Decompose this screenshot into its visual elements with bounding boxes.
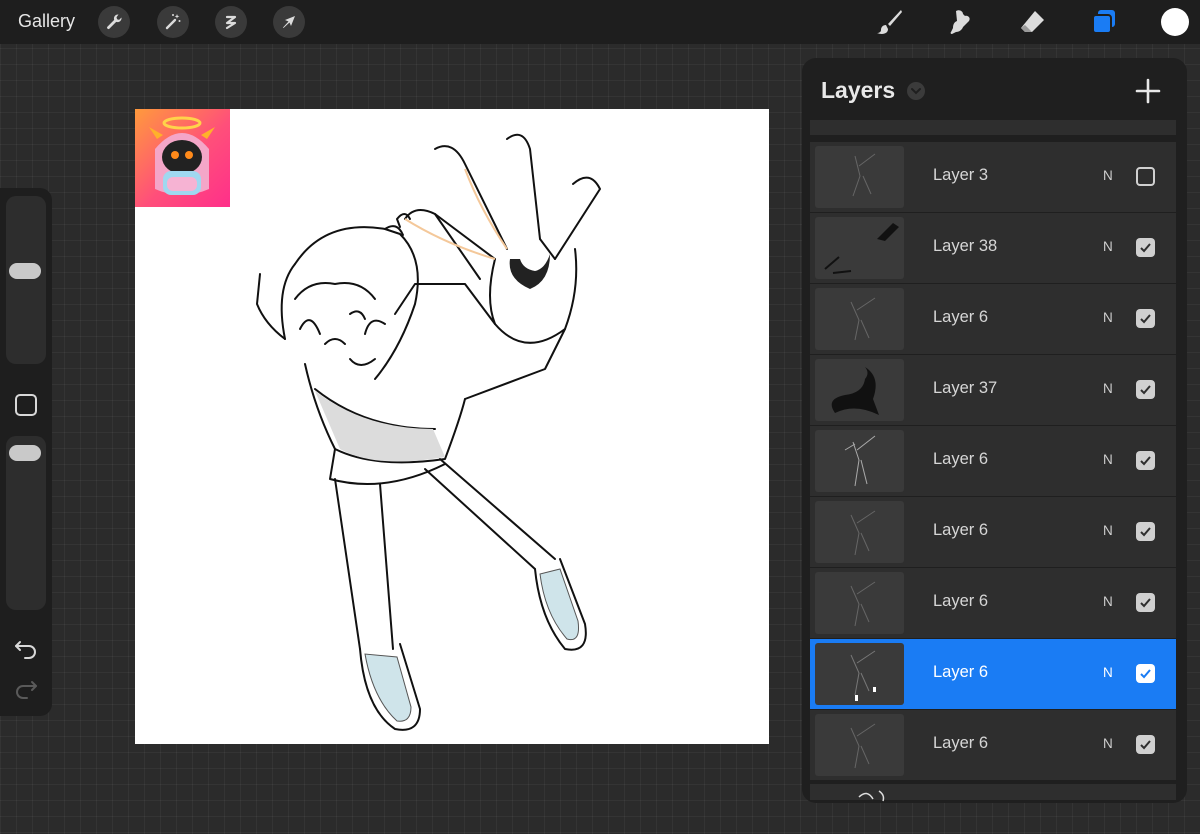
layer-thumbnail [815, 501, 904, 563]
blend-mode-button[interactable]: N [1103, 594, 1113, 609]
layer-row[interactable]: Layer 38 N [810, 213, 1176, 283]
character-sketch [256, 133, 601, 731]
actions-button[interactable] [98, 6, 130, 38]
layers-icon [1092, 10, 1115, 34]
selection-button[interactable] [215, 6, 247, 38]
layer-thumbnail [815, 572, 904, 634]
gallery-button[interactable]: Gallery [18, 11, 75, 32]
layer-row-partial-bottom[interactable] [810, 784, 1176, 802]
layer-thumbnail [815, 359, 904, 421]
layers-tool-button[interactable] [1087, 5, 1121, 39]
layers-options-button[interactable] [907, 82, 925, 100]
layer-row[interactable]: Layer 37 N [810, 355, 1176, 425]
layer-row[interactable]: Layer 6 N [810, 568, 1176, 638]
visibility-checkbox[interactable] [1136, 735, 1155, 754]
layer-thumbnail [815, 288, 904, 350]
visibility-checkbox[interactable] [1136, 522, 1155, 541]
modify-square-icon[interactable] [15, 394, 37, 416]
blend-mode-button[interactable]: N [1103, 665, 1113, 680]
layer-name: Layer 6 [933, 734, 989, 752]
layer-name: Layer 6 [933, 450, 989, 468]
layer-row[interactable]: Layer 3 N [810, 142, 1176, 212]
opacity-thumb[interactable] [9, 445, 41, 461]
layers-title: Layers [821, 77, 896, 103]
layer-name: Layer 6 [933, 308, 989, 326]
redo-icon[interactable] [13, 678, 39, 700]
layer-name: Layer 6 [933, 663, 989, 681]
transform-arrow-icon [283, 16, 295, 28]
blend-mode-button[interactable]: N [1103, 381, 1113, 396]
blend-mode-button[interactable]: N [1103, 452, 1113, 467]
layer-thumbnail [815, 714, 904, 776]
smudge-icon [950, 10, 970, 34]
layer-thumbnail [815, 643, 904, 705]
eraser-icon [1021, 11, 1044, 32]
top-toolbar: Gallery [0, 0, 1200, 44]
undo-icon[interactable] [13, 638, 39, 660]
layer-row[interactable]: Layer 6 N [810, 284, 1176, 354]
visibility-checkbox[interactable] [1136, 238, 1155, 257]
layer-name: Layer 38 [933, 237, 998, 255]
layer-row-partial-top[interactable] [810, 120, 1176, 135]
color-picker-button[interactable] [1161, 8, 1189, 36]
layer-row[interactable]: Layer 6 N [810, 497, 1176, 567]
layers-header: Layers [802, 58, 1187, 120]
layer-name: Layer 37 [933, 379, 998, 397]
layer-thumbnail [815, 217, 904, 279]
layer-thumbnail [815, 430, 904, 492]
wrench-icon [107, 14, 122, 30]
visibility-checkbox[interactable] [1136, 167, 1155, 186]
layer-name: Layer 3 [933, 166, 989, 184]
visibility-checkbox[interactable] [1136, 309, 1155, 328]
layer-row[interactable]: Layer 6 N [810, 426, 1176, 496]
layers-panel: Layers Layer 3 N Layer 38 N Layer 6 N La… [802, 58, 1187, 803]
blend-mode-button[interactable]: N [1103, 310, 1113, 325]
visibility-checkbox[interactable] [1136, 451, 1155, 470]
layer-thumbnail [815, 146, 904, 208]
brush-size-thumb[interactable] [9, 263, 41, 279]
visibility-checkbox[interactable] [1136, 664, 1155, 683]
transform-button[interactable] [273, 6, 305, 38]
blend-mode-button[interactable]: N [1103, 736, 1113, 751]
brush-tool-button[interactable] [872, 5, 906, 39]
selection-icon [225, 15, 237, 30]
smudge-tool-button[interactable] [944, 5, 978, 39]
visibility-checkbox[interactable] [1136, 593, 1155, 612]
chevron-down-icon [911, 88, 921, 95]
blend-mode-button[interactable]: N [1103, 168, 1113, 183]
left-sidebar [0, 188, 52, 716]
eraser-tool-button[interactable] [1015, 5, 1049, 39]
plus-icon[interactable] [1133, 76, 1163, 106]
blend-mode-button[interactable]: N [1103, 523, 1113, 538]
adjustments-button[interactable] [157, 6, 189, 38]
brush-icon [877, 10, 902, 34]
drawing-canvas[interactable] [135, 109, 769, 744]
visibility-checkbox[interactable] [1136, 380, 1155, 399]
magic-wand-icon [165, 14, 181, 30]
layer-row[interactable]: Layer 6 N [810, 710, 1176, 780]
layer-name: Layer 6 [933, 592, 989, 610]
layer-name: Layer 6 [933, 521, 989, 539]
blend-mode-button[interactable]: N [1103, 239, 1113, 254]
opacity-slider[interactable] [6, 436, 46, 610]
layer-row-selected[interactable]: Layer 6 N [810, 639, 1176, 709]
brush-size-slider[interactable] [6, 196, 46, 364]
